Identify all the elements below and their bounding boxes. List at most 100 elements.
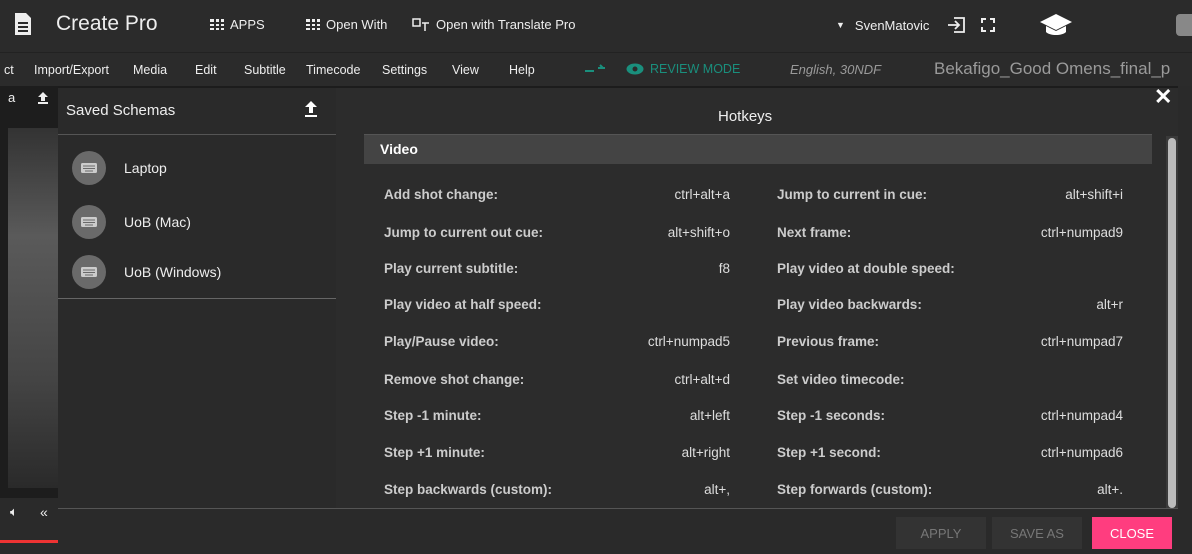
hotkey-binding[interactable]: alt+right <box>682 445 730 460</box>
hotkey-row[interactable]: Play video at half speed: <box>384 297 730 317</box>
menu-project[interactable]: ct <box>4 63 14 77</box>
hotkey-binding[interactable]: alt+, <box>704 482 730 497</box>
hotkey-action-label: Play current subtitle: <box>384 261 519 276</box>
hotkey-row[interactable]: Play video backwards: alt+r <box>777 297 1123 317</box>
hotkey-binding[interactable]: ctrl+numpad7 <box>1041 334 1123 349</box>
menu-help[interactable]: Help <box>509 63 535 77</box>
hotkey-binding[interactable]: ctrl+alt+a <box>674 187 730 202</box>
saved-schemas-panel: Saved Schemas Laptop UoB (Mac) UoB (Wind… <box>58 88 336 554</box>
hotkey-action-label: Set video timecode: <box>777 372 905 387</box>
apply-button[interactable]: APPLY <box>896 517 986 549</box>
hotkey-action-label: Next frame: <box>777 225 852 240</box>
schema-label: UoB (Windows) <box>124 264 222 280</box>
keyboard-icon <box>72 151 106 185</box>
hotkey-row[interactable]: Step forwards (custom): alt+. <box>777 482 1123 502</box>
hotkey-action-label: Step -1 seconds: <box>777 408 886 423</box>
hotkey-row[interactable]: Step +1 second: ctrl+numpad6 <box>777 445 1123 465</box>
keyboard-icon <box>72 255 106 289</box>
panel-icon: a <box>8 90 16 105</box>
hotkey-row[interactable]: Play current subtitle: f8 <box>384 261 730 281</box>
user-menu[interactable]: ▼ SvenMatovic <box>836 17 996 33</box>
hotkey-binding[interactable]: alt+shift+i <box>1065 187 1123 202</box>
rewind-icon[interactable]: « <box>40 504 48 520</box>
language-framerate: English, 30NDF <box>790 62 882 77</box>
fullscreen-icon[interactable] <box>981 18 996 32</box>
review-mode-toggle[interactable]: REVIEW MODE <box>626 62 740 76</box>
dropdown-caret-icon: ▼ <box>836 20 845 30</box>
hotkey-action-label: Play video at half speed: <box>384 297 542 312</box>
hotkey-row[interactable]: Set video timecode: <box>777 372 1123 392</box>
hotkey-binding[interactable]: alt+r <box>1096 297 1123 312</box>
compare-arrows-icon[interactable] <box>584 62 606 78</box>
logout-icon[interactable] <box>947 17 966 33</box>
hotkey-binding[interactable]: alt+shift+o <box>668 225 730 240</box>
hotkey-binding[interactable]: ctrl+numpad5 <box>648 334 730 349</box>
schema-laptop[interactable]: Laptop <box>72 148 167 188</box>
hotkey-row[interactable]: Jump to current in cue: alt+shift+i <box>777 187 1123 207</box>
menu-timecode[interactable]: Timecode <box>306 63 360 77</box>
hotkey-binding[interactable]: alt+. <box>1097 482 1123 497</box>
apps-grid-icon <box>210 19 224 30</box>
schema-uob-mac[interactable]: UoB (Mac) <box>72 202 191 242</box>
menu-bar: ct Import/Export Media Edit Subtitle Tim… <box>0 52 1192 86</box>
hotkey-action-label: Play video backwards: <box>777 297 922 312</box>
menu-view[interactable]: View <box>452 63 479 77</box>
hotkey-action-label: Previous frame: <box>777 334 880 349</box>
scrollbar-thumb[interactable] <box>1168 138 1176 508</box>
upload-icon[interactable] <box>38 92 48 104</box>
video-preview <box>8 128 58 488</box>
hotkey-action-label: Play/Pause video: <box>384 334 499 349</box>
app-title: Create Pro <box>56 12 158 35</box>
hotkey-action-label: Step +1 second: <box>777 445 881 460</box>
menu-import-export[interactable]: Import/Export <box>34 63 109 77</box>
hotkey-row[interactable]: Step backwards (custom): alt+, <box>384 482 730 502</box>
document-icon <box>15 13 31 35</box>
divider <box>58 298 336 299</box>
hotkey-binding[interactable]: ctrl+numpad9 <box>1041 225 1123 240</box>
hotkey-row[interactable]: Add shot change: ctrl+alt+a <box>384 187 730 207</box>
hotkey-binding[interactable]: f8 <box>719 261 730 276</box>
open-with-button[interactable]: Open With <box>306 17 387 32</box>
schema-uob-windows[interactable]: UoB (Windows) <box>72 252 221 292</box>
hotkeys-dialog: Saved Schemas Laptop UoB (Mac) UoB (Wind… <box>58 84 1178 554</box>
volume-icon[interactable]: 🔈︎ <box>10 504 18 520</box>
hotkey-action-label: Remove shot change: <box>384 372 525 387</box>
hotkey-row[interactable]: Step +1 minute: alt+right <box>384 445 730 465</box>
hotkey-action-label: Step forwards (custom): <box>777 482 933 497</box>
menu-settings[interactable]: Settings <box>382 63 427 77</box>
graduation-cap-icon[interactable] <box>1038 12 1074 38</box>
open-with-translate-pro-button[interactable]: Open with Translate Pro <box>412 17 575 32</box>
hotkey-row[interactable]: Jump to current out cue: alt+shift+o <box>384 225 730 245</box>
player-controls: 🔈︎ « <box>0 498 58 554</box>
saved-schemas-title: Saved Schemas <box>66 102 176 119</box>
menu-edit[interactable]: Edit <box>195 63 217 77</box>
hotkey-row[interactable]: Step -1 seconds: ctrl+numpad4 <box>777 408 1123 428</box>
user-name: SvenMatovic <box>854 17 930 33</box>
close-button[interactable]: CLOSE <box>1092 517 1172 549</box>
hotkey-binding[interactable]: ctrl+alt+d <box>674 372 730 387</box>
hotkey-row[interactable]: Step -1 minute: alt+left <box>384 408 730 428</box>
hotkey-action-label: Play video at double speed: <box>777 261 955 276</box>
close-icon[interactable]: ✕ <box>1154 84 1172 110</box>
divider <box>58 134 336 135</box>
profile-avatar[interactable] <box>1176 14 1192 36</box>
dialog-footer: APPLY SAVE AS CLOSE <box>58 509 1178 554</box>
project-filename: Bekafigo_Good Omens_final_p <box>934 59 1171 78</box>
hotkey-row[interactable]: Play video at double speed: <box>777 261 1123 281</box>
menu-media[interactable]: Media <box>133 63 167 77</box>
hotkey-row[interactable]: Remove shot change: ctrl+alt+d <box>384 372 730 392</box>
timeline-progress <box>0 540 58 543</box>
hotkey-action-label: Add shot change: <box>384 187 498 202</box>
save-as-button[interactable]: SAVE AS <box>992 517 1082 549</box>
hotkey-row[interactable]: Next frame: ctrl+numpad9 <box>777 225 1123 245</box>
menu-subtitle[interactable]: Subtitle <box>244 63 286 77</box>
hotkey-row[interactable]: Play/Pause video: ctrl+numpad5 <box>384 334 730 354</box>
hotkeys-title: Hotkeys <box>718 108 773 125</box>
hotkey-binding[interactable]: ctrl+numpad6 <box>1041 445 1123 460</box>
hotkey-binding[interactable]: alt+left <box>690 408 730 423</box>
apps-button[interactable]: APPS <box>210 17 265 32</box>
upload-icon[interactable] <box>304 100 318 118</box>
hotkey-action-label: Jump to current in cue: <box>777 187 928 202</box>
hotkey-binding[interactable]: ctrl+numpad4 <box>1041 408 1123 423</box>
hotkey-row[interactable]: Previous frame: ctrl+numpad7 <box>777 334 1123 354</box>
